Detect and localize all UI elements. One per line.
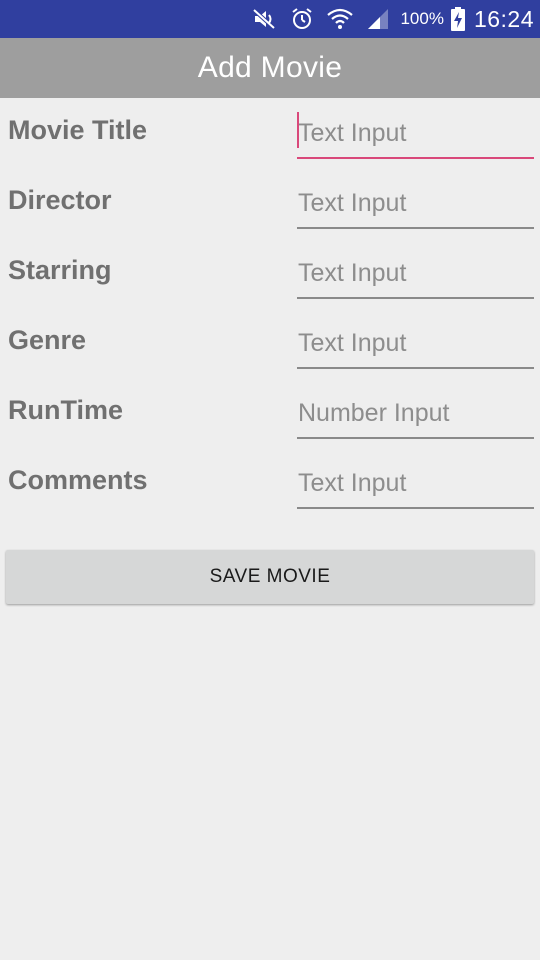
director-label: Director — [8, 185, 112, 215]
status-bar: 100% 16:24 — [0, 0, 540, 38]
form-row-movie-title: Movie Title — [0, 98, 540, 168]
comments-input[interactable] — [297, 460, 534, 509]
runtime-input[interactable] — [297, 390, 534, 439]
alarm-icon — [290, 0, 314, 38]
movie-title-input[interactable] — [297, 110, 534, 159]
text-cursor — [297, 112, 299, 148]
form-row-comments: Comments — [0, 448, 540, 518]
save-movie-button[interactable]: SAVE MOVIE — [6, 550, 534, 604]
form-row-director: Director — [0, 168, 540, 238]
genre-label: Genre — [8, 325, 87, 355]
form-row-runtime: RunTime — [0, 378, 540, 448]
comments-label: Comments — [8, 465, 148, 495]
clock-time: 16:24 — [473, 5, 534, 32]
page-title: Add Movie — [197, 51, 343, 84]
form-row-starring: Starring — [0, 238, 540, 308]
wifi-icon — [326, 0, 354, 38]
add-movie-form: Movie Title Director Starring Genre RunT… — [0, 98, 540, 518]
form-row-genre: Genre — [0, 308, 540, 378]
starring-input[interactable] — [297, 250, 534, 299]
director-input[interactable] — [297, 180, 534, 229]
battery-percentage: 100% — [400, 9, 444, 28]
movie-title-label: Movie Title — [8, 115, 148, 145]
signal-icon — [366, 0, 390, 38]
app-bar: Add Movie — [0, 38, 540, 98]
battery-charging-icon — [450, 0, 466, 38]
mute-icon — [252, 0, 278, 38]
runtime-label: RunTime — [8, 395, 124, 425]
starring-label: Starring — [8, 255, 112, 285]
genre-input[interactable] — [297, 320, 534, 369]
